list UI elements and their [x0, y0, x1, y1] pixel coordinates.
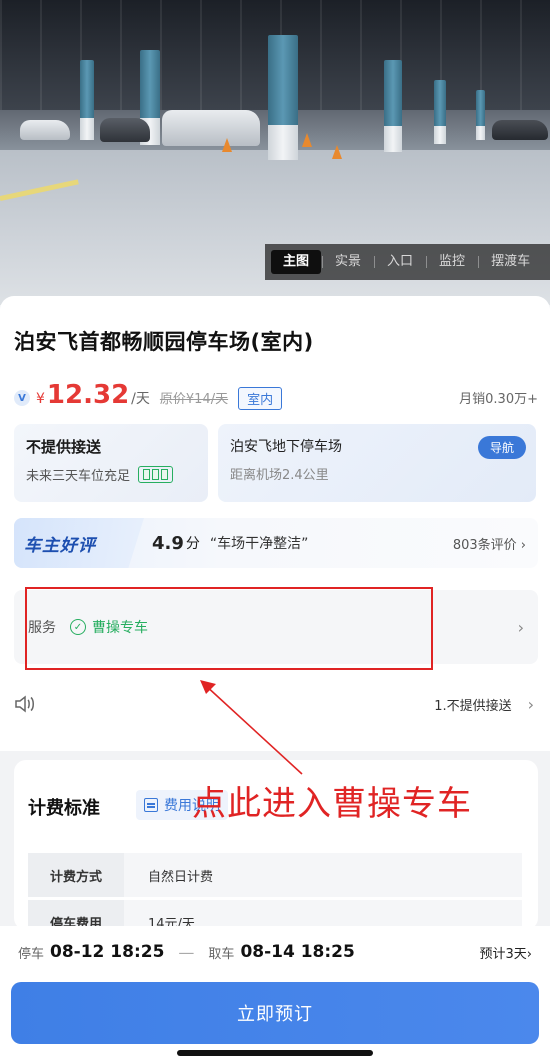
location-distance: 距离机场2.4公里	[230, 468, 329, 483]
pillar	[434, 80, 446, 144]
review-count-link[interactable]: 803条评价 ›	[453, 534, 526, 553]
fee-value: 自然日计费	[148, 869, 214, 885]
tab-main-photo[interactable]: 主图	[271, 250, 322, 274]
photo-tab-bar: 主图 实景 入口 监控 摆渡车	[265, 244, 550, 280]
annotation-text: 点此进入曹操专车	[192, 784, 472, 824]
book-now-button[interactable]: 立即预订	[11, 982, 539, 1044]
monthly-sales: 月销0.30万+	[459, 392, 538, 407]
speaker-icon	[14, 694, 38, 714]
shuttle-title: 不提供接送	[26, 438, 102, 456]
tab-entrance[interactable]: 入口	[374, 250, 425, 274]
notice-text: 1.不提供接送	[434, 698, 512, 714]
traffic-cone	[332, 145, 342, 159]
price-unit: /天	[131, 391, 150, 407]
pillar	[268, 35, 298, 160]
pillar	[476, 90, 485, 140]
availability-text: 未来三天车位充足	[26, 469, 131, 484]
page-title: 泊安飞首都畅顺园停车场(室内)	[14, 330, 314, 354]
review-score-unit: 分	[185, 536, 200, 552]
fee-title: 计费标准	[28, 798, 100, 819]
review-score: 4.9	[152, 532, 184, 554]
time-row[interactable]: 停车 08-12 18:25 — 取车 08-14 18:25 预计3天›	[0, 934, 550, 970]
pick-label: 取车	[208, 946, 235, 962]
parked-car	[162, 110, 260, 146]
home-indicator	[177, 1050, 373, 1056]
pillar	[384, 60, 402, 152]
pillar	[80, 60, 94, 140]
annotation-arrow	[200, 680, 303, 775]
parked-car	[492, 120, 548, 140]
price-value: 12.32	[46, 380, 130, 410]
annotation-highlight-box	[25, 587, 433, 670]
original-price: 原价¥14/天	[159, 392, 229, 407]
traffic-cone	[302, 133, 312, 147]
owner-review-badge: 车主好评	[14, 518, 144, 568]
review-bar[interactable]: 车主好评 4.9 分 “车场干净整洁” 803条评价 ›	[14, 518, 538, 568]
parked-car	[20, 120, 70, 140]
document-icon	[144, 798, 158, 812]
indoor-tag: 室内	[238, 386, 283, 410]
garage-floor	[0, 150, 550, 305]
time-separator: —	[178, 942, 195, 962]
review-badge-text: 车主好评	[24, 535, 96, 556]
park-label: 停车	[18, 946, 45, 962]
tab-real-scene[interactable]: 实景	[322, 250, 373, 274]
chevron-right-icon: ›	[527, 694, 534, 714]
vip-icon: V	[14, 390, 30, 406]
pick-time[interactable]: 08-14 18:25	[240, 942, 354, 962]
parking-spots-icon	[138, 466, 174, 483]
traffic-cone	[222, 138, 232, 152]
tab-monitor[interactable]: 监控	[426, 250, 477, 274]
duration-estimate[interactable]: 预计3天›	[480, 943, 532, 962]
price-row: V ¥ 12.32 /天 原价¥14/天 室内 月销0.30万+	[14, 380, 538, 416]
shuttle-info-box: 不提供接送 未来三天车位充足	[14, 424, 208, 502]
review-quote: “车场干净整洁”	[209, 536, 309, 552]
availability-row: 未来三天车位充足	[26, 465, 196, 484]
hero-photo[interactable]: 主图 实景 入口 监控 摆渡车	[0, 0, 550, 305]
chevron-right-icon: ›	[517, 617, 524, 637]
fee-row: 计费方式 自然日计费	[28, 853, 522, 897]
park-time[interactable]: 08-12 18:25	[50, 942, 164, 962]
fee-key: 计费方式	[28, 853, 124, 897]
navigate-button[interactable]: 导航	[477, 436, 526, 459]
tab-shuttle[interactable]: 摆渡车	[478, 250, 542, 274]
currency-symbol: ¥	[36, 391, 45, 407]
location-box[interactable]: 泊安飞地下停车场 距离机场2.4公里 导航	[218, 424, 536, 502]
parked-car	[100, 118, 150, 142]
